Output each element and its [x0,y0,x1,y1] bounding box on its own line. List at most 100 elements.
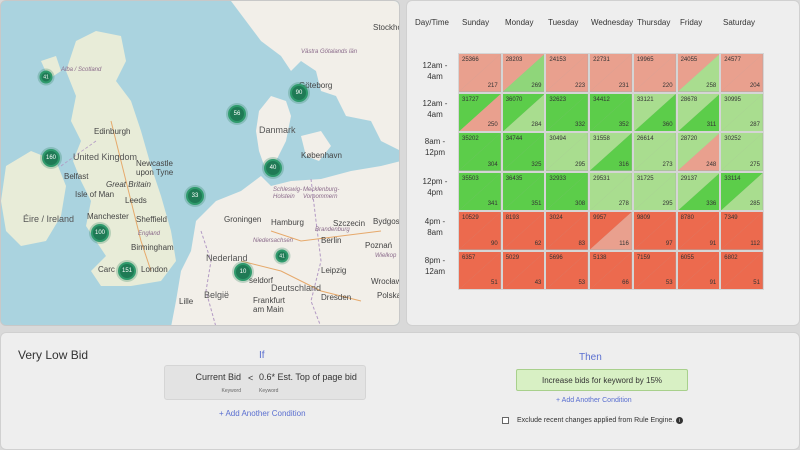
map-label-hamburg: Hamburg [271,218,304,227]
heatmap-cell[interactable]: 7159 53 [632,250,677,290]
heatmap-cell-impressions: 32623 [549,96,567,103]
heatmap-cell[interactable]: 33121 360 [632,92,677,132]
heatmap-cell-clicks: 91 [709,240,717,247]
heatmap-cell[interactable]: 28678 311 [676,92,721,132]
heatmap-cell[interactable]: 36435 351 [501,171,546,211]
heatmap-cell[interactable]: 9809 97 [632,211,677,251]
heatmap-cell-clicks: 304 [487,161,498,168]
marker-56-skagerrak[interactable]: 56 [228,105,246,123]
heatmap-cell[interactable]: 7349 112 [720,211,764,251]
heatmap-cell-impressions: 5138 [593,254,607,261]
condition-value[interactable]: 0.6* Est. Top of page bid [259,372,357,382]
heatmap-cell[interactable]: 19965 220 [632,53,677,93]
heatmap-cell[interactable]: 28720 248 [676,132,721,172]
marker-41-germany[interactable]: 41 [275,249,289,263]
heatmap-cell-impressions: 25366 [462,57,479,63]
add-condition-link-if[interactable]: + Add Another Condition [219,409,306,418]
heatmap-cell[interactable]: 22731 231 [589,53,633,93]
heatmap-cell-clicks: 295 [662,201,673,207]
map-label-schleswig: Schleswig- Holstein [273,187,303,200]
heatmap-cell-clicks: 97 [665,240,673,247]
heatmap-cell[interactable]: 35503 341 [458,171,502,211]
heatmap-cell-clicks: 91 [709,280,717,286]
rule-title: Very Low Bid [18,348,89,362]
heatmap-cell[interactable]: 29531 278 [589,171,633,211]
marker-100-wales[interactable]: 100 [91,224,109,242]
heatmap-cell[interactable]: 6357 51 [458,250,502,290]
heatmap-cell-impressions: 29531 [593,175,610,182]
heatmap-cell-impressions: 35503 [462,175,479,182]
heatmap-cell[interactable]: 35202 304 [458,132,502,172]
map-label-alba: Alba / Scotland [61,67,102,73]
heatmap-cell[interactable]: 10529 90 [458,211,502,251]
condition-operator[interactable]: < [248,373,253,383]
heatmap-cell[interactable]: 31725 295 [632,171,677,211]
marker-40-denmark[interactable]: 40 [264,159,282,177]
heatmap-cell[interactable]: 31558 316 [589,132,633,172]
heatmap-cell-clicks: 250 [487,122,498,128]
heatmap-cell-clicks: 258 [706,82,717,89]
condition-field[interactable]: Current Bid [165,372,241,382]
heatmap-cell[interactable]: 5696 53 [545,250,590,290]
info-icon[interactable]: i [676,417,684,424]
day-header-thursday: Thursday [637,18,671,27]
map-label-birmingham: Birmingham [131,243,174,252]
heatmap-cell[interactable]: 6802 51 [720,250,764,290]
time-slot-label: 8pm - 12am [424,256,446,276]
heatmap-cell[interactable]: 8193 62 [501,211,546,251]
time-slot-label: 8am - 12pm [424,137,446,157]
heatmap-cell[interactable]: 3024 83 [545,211,590,251]
marker-33-north-sea[interactable]: 33 [186,187,204,205]
heatmap-cell[interactable]: 6055 91 [676,250,721,290]
map-label-poznan: Poznań [365,241,393,250]
heatmap-cell-clicks: 325 [531,161,542,168]
heatmap-cell[interactable]: 36070 284 [501,92,546,132]
action-box[interactable]: Increase bids for keyword by 15% [516,369,688,391]
heatmap-cell[interactable]: 34412 352 [589,92,633,132]
heatmap-cell-clicks: 53 [578,280,586,286]
heatmap-cell-clicks: 90 [491,240,498,247]
heatmap-cell[interactable]: 5029 43 [501,250,546,290]
heatmap-cell[interactable]: 5138 66 [589,250,633,290]
heatmap-cell-clicks: 341 [487,201,498,207]
map-label-mecklenburg: Mecklenburg- Vorpommern [303,187,340,200]
heatmap-cell[interactable]: 30252 275 [720,132,764,172]
heatmap-cell[interactable]: 25366 217 [458,53,502,93]
marker-160-belfast[interactable]: 160 [42,149,60,167]
heatmap-cell[interactable]: 28203 269 [501,53,546,93]
heatmap-cell[interactable]: 34744 325 [501,132,546,172]
time-slot-label: 12am - 4am [422,99,448,119]
heatmap-cell[interactable]: 32623 332 [545,92,590,132]
heatmap-cell-clicks: 275 [749,161,760,168]
heatmap-cell[interactable]: 24577 204 [720,53,764,93]
heatmap-cell[interactable]: 24153 223 [545,53,590,93]
condition-box[interactable]: Current Bid Keyword < 0.6* Est. Top of p… [164,365,366,400]
heatmap-cell-impressions: 6802 [724,254,738,261]
heatmap-cell[interactable]: 29137 336 [676,171,721,211]
map-label-leeds: Leeds [125,196,147,205]
heatmap-cell-impressions: 35202 [462,136,479,142]
map-label-berlin: Berlin [321,236,342,245]
heatmap-cell-impressions: 29137 [680,175,698,182]
heatmap-cell-clicks: 285 [749,201,760,207]
exclude-recent-changes-row: Exclude recent changes applied from Rule… [502,417,684,424]
heatmap-cell[interactable]: 30494 295 [545,132,590,172]
exclude-recent-changes-checkbox[interactable] [502,417,509,424]
marker-41-scotland[interactable]: 41 [39,70,53,84]
marker-151-london[interactable]: 151 [118,262,136,280]
add-condition-link-then[interactable]: + Add Another Condition [556,397,632,404]
heatmap-cell[interactable]: 9957 116 [589,211,633,251]
marker-90-goteborg[interactable]: 90 [290,84,308,102]
heatmap-cell-clicks: 278 [618,201,629,207]
map-panel[interactable]: Stockho Göteborg Västra Götalands län Al… [0,0,400,326]
heatmap-cell[interactable]: 32933 308 [545,171,590,211]
heatmap-cell[interactable]: 26614 273 [632,132,677,172]
heatmap-cell-impressions: 10529 [462,215,479,221]
heatmap-cell-impressions: 33114 [724,175,741,182]
heatmap-cell[interactable]: 24055 258 [676,53,721,93]
marker-10-dusseldorf[interactable]: 10 [234,263,252,281]
heatmap-cell[interactable]: 33114 285 [720,171,764,211]
heatmap-cell[interactable]: 31727 250 [458,92,502,132]
heatmap-cell[interactable]: 30995 287 [720,92,764,132]
heatmap-cell[interactable]: 8780 91 [676,211,721,251]
